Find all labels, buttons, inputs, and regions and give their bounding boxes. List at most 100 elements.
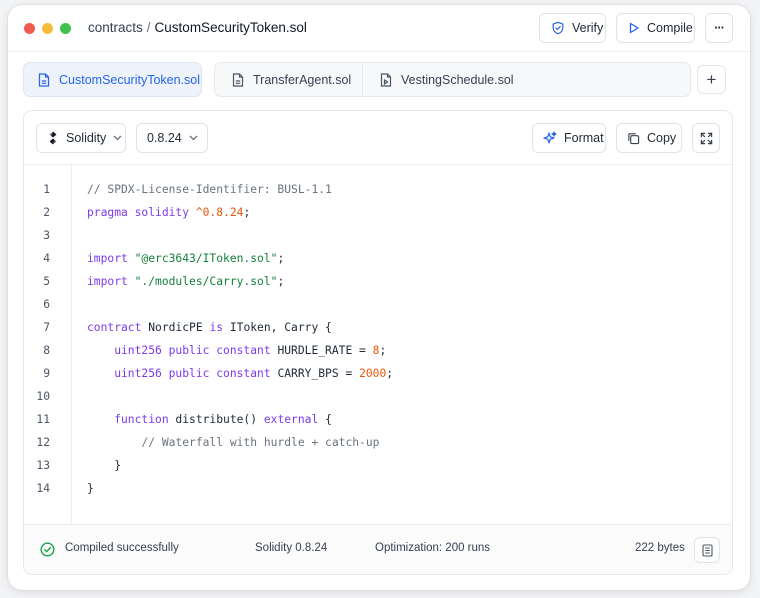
code-area[interactable]: // SPDX-License-Identifier: BUSL-1.1 prag… [72,165,732,524]
file-tabs: CustomSecurityToken.sol TransferAgent.so… [23,62,735,98]
breadcrumb-separator: / [146,20,151,35]
file-icon [379,72,393,87]
code-line: import "./modules/Carry.sol"; [87,270,284,293]
code-token: ^0.8.24 [195,206,244,219]
tab-label: CustomSecurityToken.sol [59,72,201,87]
tab-transferagent[interactable]: TransferAgent.sol [215,63,363,96]
line-number: 4 [43,252,50,265]
code-line: } [87,477,94,500]
line-number: 9 [43,367,50,380]
compile-status: Compiled successfully [65,542,179,554]
line-number: 14 [36,482,50,495]
optimization-setting: Optimization: 200 runs [375,542,491,554]
line-number: 6 [43,298,50,311]
expand-icon [699,131,713,145]
tab-vestingschedule[interactable]: VestingSchedule.sol [363,63,523,96]
chevron-down-icon [113,133,122,144]
format-label: Format [564,131,604,145]
bytecode-size: 222 bytes [635,542,685,554]
file-icon [37,72,51,87]
check-circle-icon [40,542,55,557]
code-token: ; [386,367,394,380]
line-number: 1 [43,183,50,196]
close-window-button[interactable] [24,23,35,34]
code-token: // Waterfall with hurdle + catch-up [87,436,380,449]
editor-window: contracts / CustomSecurityToken.sol Verify… [8,5,750,590]
more-icon: ··· [714,21,724,35]
minimize-window-button[interactable] [42,23,53,34]
editor-panel: Solidity 0.8.24 Format Copy 1 2 3 4 5 6 … [23,110,733,575]
code-token: { [325,413,332,426]
code-token: // SPDX-License-Identifier: BUSL-1.1 [87,183,332,196]
line-number-gutter: 1 2 3 4 5 6 7 8 9 10 11 12 13 14 [24,165,72,524]
version-select[interactable]: 0.8.24 [136,123,208,153]
version-label: 0.8.24 [147,131,182,145]
status-bar: Compiled successfully Solidity 0.8.24 Op… [24,524,732,574]
code-token: HURDLE_RATE = [277,344,373,357]
code-token: pragma solidity [87,206,196,219]
solidity-logo-icon [47,131,59,145]
format-button[interactable]: Format [532,123,606,153]
code-token: ; [243,206,251,219]
copy-button[interactable]: Copy [616,123,682,153]
code-token: external [263,413,326,426]
more-options-button[interactable]: ··· [705,13,733,43]
breadcrumb-folder[interactable]: contracts [88,20,143,35]
line-number: 5 [43,275,50,288]
line-number: 3 [43,229,50,242]
code-token: "@erc3643/IToken.sol" [134,252,278,265]
line-number: 10 [36,390,50,403]
copy-label: Copy [647,131,677,145]
line-number: 11 [36,413,50,426]
code-token: import [87,252,135,265]
editor-toolbar: Solidity 0.8.24 Format Copy [24,111,732,165]
language-select[interactable]: Solidity [36,123,126,153]
add-tab-button[interactable]: + [697,65,726,94]
line-number: 12 [36,436,50,449]
compile-label: Compile [647,21,693,35]
code-token: uint256 public constant [87,367,278,380]
code-token: } [87,459,122,472]
verify-button[interactable]: Verify [539,13,606,43]
code-token: ; [277,275,285,288]
details-button[interactable] [694,537,720,563]
code-line: } [87,454,121,477]
code-line: uint256 public constant HURDLE_RATE = 8; [87,339,386,362]
code-token: is [209,321,230,334]
code-token: CARRY_BPS = [277,367,360,380]
compiler-version: Solidity 0.8.24 [255,542,328,554]
breadcrumb: contracts / CustomSecurityToken.sol [88,20,307,35]
copy-icon [627,131,640,145]
code-line: contract NordicPE is IToken, Carry { [87,316,332,339]
file-icon [231,72,245,87]
title-bar: contracts / CustomSecurityToken.sol Verify… [8,5,750,52]
language-label: Solidity [66,131,107,145]
sparkles-icon [543,131,557,145]
line-number: 2 [43,206,50,219]
line-number: 8 [43,344,50,357]
tab-customsecuritytoken[interactable]: CustomSecurityToken.sol [23,62,202,97]
chevron-down-icon [189,133,198,144]
code-token: import [87,275,135,288]
code-token: "./modules/Carry.sol" [134,275,278,288]
code-token: ; [379,344,387,357]
compile-button[interactable]: Compile [616,13,695,43]
code-token: contract [87,321,149,334]
code-token: function [87,413,176,426]
code-token: ; [277,252,285,265]
inactive-tabs: TransferAgent.sol VestingSchedule.sol [214,62,691,97]
maximize-window-button[interactable] [60,23,71,34]
line-number: 7 [43,321,50,334]
code-token: 2000 [359,367,387,380]
play-icon [628,21,640,35]
code-line: uint256 public constant CARRY_BPS = 2000… [87,362,393,385]
code-token: } [87,482,94,495]
tab-label: VestingSchedule.sol [401,72,514,87]
code-token: uint256 public constant [87,344,278,357]
code-line: import "@erc3643/IToken.sol"; [87,247,284,270]
code-line: function distribute() external { [87,408,332,431]
fullscreen-button[interactable] [692,123,720,153]
code-token: IToken, Carry { [229,321,332,334]
code-line: // SPDX-License-Identifier: BUSL-1.1 [87,178,332,201]
shield-check-icon [551,21,565,35]
